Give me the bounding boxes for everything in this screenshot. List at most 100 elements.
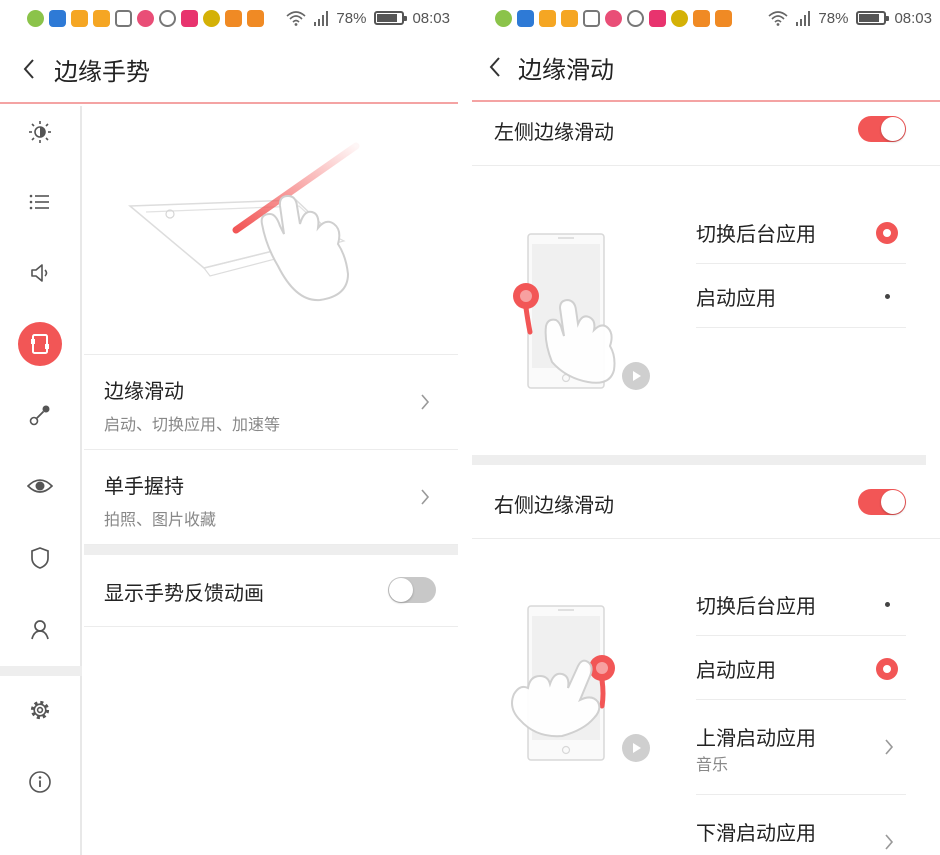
gesture-feedback-toggle[interactable] (388, 577, 436, 603)
app-notification-icon (517, 9, 534, 27)
sidebar-item-security[interactable] (18, 536, 62, 580)
app-notification-icon (693, 9, 710, 27)
battery-percent: 78% (818, 9, 849, 27)
sidebar-item-about[interactable] (18, 760, 62, 804)
gesture-icon (31, 334, 49, 354)
back-button[interactable] (10, 50, 48, 88)
battery-icon (856, 11, 890, 25)
speaker-icon (31, 264, 48, 282)
play-demo-button[interactable] (622, 734, 650, 762)
chevron-left-icon (489, 57, 500, 77)
app-notification-icon (225, 9, 242, 27)
signal-icon (796, 11, 811, 26)
wifi-icon (286, 11, 306, 26)
sidebar-separator (0, 666, 82, 676)
right-edge-swipe-header: 右侧边缘滑动 (472, 473, 940, 539)
play-demo-button[interactable] (622, 362, 650, 390)
right-option-swipe-down[interactable]: 下滑启动应用 (696, 795, 906, 855)
sidebar-item-display[interactable] (18, 110, 62, 154)
app-notification-icon (203, 9, 220, 27)
right-option-swipe-up[interactable]: 上滑启动应用 音乐 (696, 700, 906, 795)
page-title: 边缘手势 (54, 57, 150, 86)
notification-icons (27, 9, 264, 27)
app-notification-icon (539, 9, 556, 27)
right-option-switch-background[interactable]: 切换后台应用 (696, 572, 906, 636)
app-notification-icon (715, 9, 732, 27)
connection-icon (29, 405, 50, 426)
chevron-right-icon (885, 739, 894, 755)
sidebar-item-sound[interactable] (18, 251, 62, 295)
left-edge-swipe-header: 左侧边缘滑动 (472, 102, 940, 166)
menu-item-subtitle: 启动、切换应用、加速等 (104, 415, 281, 434)
section-separator (84, 545, 458, 555)
sidebar-item-gesture[interactable] (18, 322, 62, 366)
app-notification-icon (495, 9, 512, 27)
settings-sidebar (0, 106, 82, 855)
left-option-launch-app[interactable]: 启动应用 (696, 264, 906, 328)
left-edge-swipe-toggle[interactable] (858, 116, 906, 142)
scan-icon (115, 9, 132, 27)
option-label: 启动应用 (696, 658, 776, 682)
title-bar: 边缘手势 (0, 36, 458, 104)
sidebar-item-connection[interactable] (18, 393, 62, 437)
section-separator (472, 455, 926, 465)
option-subtitle: 音乐 (696, 755, 729, 774)
radio-selected-icon[interactable] (876, 222, 898, 244)
app-notification-icon (671, 9, 688, 27)
page-title: 边缘滑动 (518, 55, 614, 84)
menu-item-edge-swipe[interactable]: 边缘滑动 启动、切换应用、加速等 (84, 355, 458, 450)
alert-icon (627, 9, 644, 27)
chevron-left-icon (23, 59, 34, 79)
option-label: 切换后台应用 (696, 222, 816, 246)
menu-item-title: 边缘滑动 (104, 379, 184, 403)
gear-icon (30, 700, 50, 720)
status-right: 78% 08:03 (768, 0, 932, 36)
radio-selected-icon[interactable] (876, 658, 898, 680)
sidebar-item-list[interactable] (18, 180, 62, 224)
video-icon (181, 9, 198, 27)
chevron-right-icon (421, 489, 430, 505)
chevron-right-icon (421, 394, 430, 410)
menu-item-title: 单手握持 (104, 474, 184, 498)
app-notification-icon (561, 9, 578, 27)
play-icon (633, 371, 641, 381)
alert-icon (159, 9, 176, 27)
shield-icon (31, 547, 49, 569)
gesture-feedback-row: 显示手势反馈动画 (84, 555, 458, 627)
edge-gesture-illustration (84, 106, 458, 355)
app-notification-icon (605, 9, 622, 27)
option-label: 下滑启动应用 (696, 821, 816, 845)
eye-icon (27, 479, 53, 493)
scan-icon (583, 9, 600, 27)
user-icon (31, 620, 49, 640)
status-bar: 78% 08:03 (0, 0, 458, 36)
chevron-right-icon (885, 834, 894, 850)
edge-gesture-screen: 78% 08:03 边缘手势 边缘滑动 启动、切换应用、加速等 单手握持 拍照、… (0, 0, 458, 855)
list-icon (29, 194, 49, 210)
radio-unselected-icon[interactable] (885, 294, 890, 299)
left-option-switch-background[interactable]: 切换后台应用 (696, 200, 906, 264)
app-notification-icon (247, 9, 264, 27)
menu-item-one-hand[interactable]: 单手握持 拍照、图片收藏 (84, 450, 458, 545)
app-notification-icon (71, 9, 88, 27)
sidebar-item-account[interactable] (18, 607, 62, 651)
back-button[interactable] (476, 48, 514, 86)
clock: 08:03 (894, 9, 932, 27)
sidebar-item-eye[interactable] (18, 464, 62, 508)
menu-item-subtitle: 拍照、图片收藏 (104, 510, 217, 529)
app-notification-icon (49, 9, 66, 27)
right-edge-swipe-label: 右侧边缘滑动 (494, 493, 614, 517)
app-notification-icon (27, 9, 44, 27)
sidebar-item-settings[interactable] (18, 688, 62, 732)
battery-icon (374, 11, 408, 25)
info-icon (29, 771, 51, 793)
status-right: 78% 08:03 (286, 0, 450, 36)
option-label: 启动应用 (696, 286, 776, 310)
right-edge-swipe-toggle[interactable] (858, 489, 906, 515)
brightness-icon (29, 121, 51, 143)
app-notification-icon (137, 9, 154, 27)
left-edge-swipe-label: 左侧边缘滑动 (494, 120, 614, 144)
signal-icon (314, 11, 329, 26)
radio-unselected-icon[interactable] (885, 602, 890, 607)
right-option-launch-app[interactable]: 启动应用 (696, 636, 906, 700)
